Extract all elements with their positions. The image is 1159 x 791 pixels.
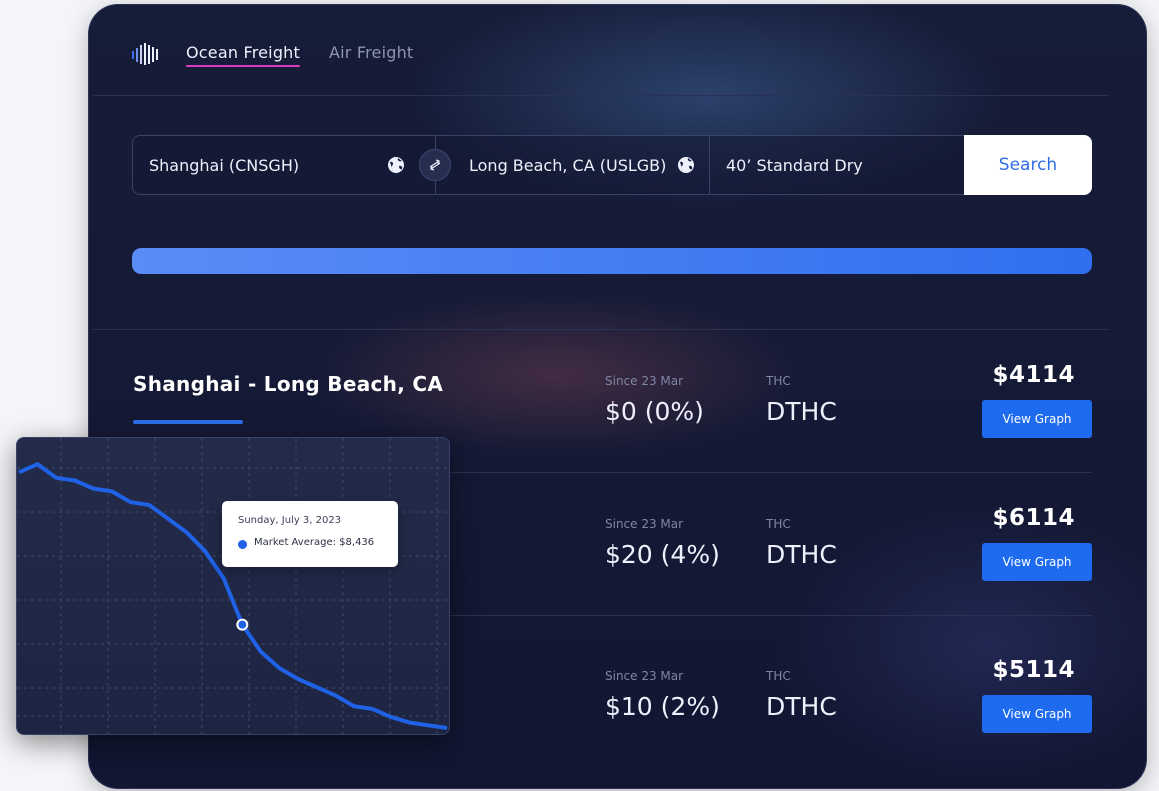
tooltip-date: Sunday, July 3, 2023: [238, 515, 342, 526]
loading-progress-bar: [132, 248, 1092, 274]
since-label: Since 23 Mar: [605, 669, 684, 683]
price-change: $0 (0%): [605, 397, 704, 426]
thc-label: THC: [766, 517, 791, 531]
swap-arrows-icon: [429, 159, 441, 171]
since-label: Since 23 Mar: [605, 517, 684, 531]
rate-price: $5114: [992, 657, 1075, 683]
view-graph-button[interactable]: View Graph: [982, 400, 1092, 438]
origin-field[interactable]: Shanghai (CNSGH): [149, 136, 299, 194]
search-button[interactable]: Search: [964, 135, 1092, 195]
rate-price: $6114: [992, 505, 1075, 531]
header-divider: [93, 95, 1109, 96]
destination-field[interactable]: Long Beach, CA (USLGB): [469, 136, 666, 194]
since-label: Since 23 Mar: [605, 374, 684, 388]
header: Ocean Freight Air Freight: [88, 4, 1147, 96]
tooltip-value: Market Average: $8,436: [254, 537, 375, 548]
globe-icon: [388, 157, 404, 173]
chart-tooltip: Sunday, July 3, 2023 Market Average: $8,…: [222, 501, 398, 567]
thc-value: DTHC: [766, 692, 837, 721]
rate-price: $4114: [992, 362, 1075, 388]
thc-label: THC: [766, 669, 791, 683]
container-type-field[interactable]: 40’ Standard Dry: [726, 136, 863, 194]
search-bar: Shanghai (CNSGH) Long Beach, CA (USLGB) …: [132, 135, 1092, 195]
view-graph-button[interactable]: View Graph: [982, 543, 1092, 581]
chart-plot: [17, 438, 449, 734]
globe-icon: [678, 157, 694, 173]
price-change: $20 (4%): [605, 540, 720, 569]
tab-ocean-freight[interactable]: Ocean Freight: [186, 43, 300, 67]
price-change: $10 (2%): [605, 692, 720, 721]
tab-air-freight[interactable]: Air Freight: [329, 43, 413, 62]
market-average-chart[interactable]: Sunday, July 3, 2023 Market Average: $8,…: [16, 437, 450, 735]
highlighted-data-point[interactable]: [236, 618, 249, 631]
view-graph-button[interactable]: View Graph: [982, 695, 1092, 733]
field-separator: [709, 136, 710, 194]
swap-button[interactable]: [419, 149, 451, 181]
barcode-logo-icon: [132, 43, 158, 65]
series-dot-icon: [238, 540, 247, 549]
progress-fill: [132, 248, 1092, 274]
thc-label: THC: [766, 374, 791, 388]
thc-value: DTHC: [766, 397, 837, 426]
results-divider: [93, 329, 1109, 330]
thc-value: DTHC: [766, 540, 837, 569]
